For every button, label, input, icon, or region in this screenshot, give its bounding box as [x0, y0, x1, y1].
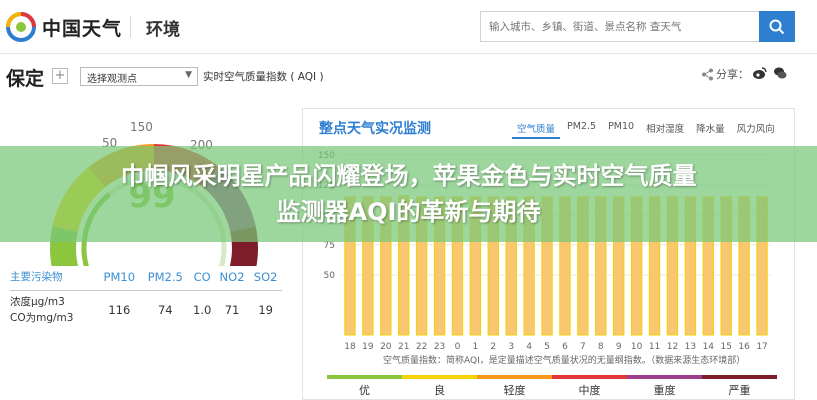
headline-line: 巾帼风采明星产品闪耀登场，苹果金色与实时空气质量 — [120, 162, 697, 190]
legend-item-moderate: 中度 — [552, 375, 627, 398]
share-label: 分享： — [716, 68, 749, 81]
header-divider — [130, 16, 131, 38]
x-tick-label: 5 — [544, 342, 550, 352]
y-tick-label: 75 — [324, 241, 335, 251]
x-tick-label: 23 — [434, 342, 445, 352]
tab-pm10[interactable]: PM10 — [603, 119, 639, 139]
panel-title: 整点天气实况监测 — [319, 121, 431, 137]
x-tick-label: 12 — [667, 342, 678, 352]
table-header-cell: CO — [193, 269, 211, 284]
tab-aqi[interactable]: 空气质量 — [512, 119, 561, 139]
tab-wind[interactable]: 风力风向 — [732, 119, 780, 139]
station-select[interactable]: 选择观测点 ▼ — [80, 67, 198, 86]
share-button[interactable]: 分享： — [701, 66, 749, 82]
x-tick-label: 10 — [631, 342, 643, 352]
x-tick-label: 19 — [362, 342, 374, 352]
x-tick-label: 13 — [685, 342, 696, 352]
table-header-cell: PM2.5 — [147, 269, 183, 284]
x-tick-label: 8 — [598, 342, 604, 352]
search-input[interactable] — [480, 11, 759, 42]
x-tick-label: 16 — [738, 342, 750, 352]
x-tick-label: 17 — [756, 342, 767, 352]
panel-tabs: 空气质量 PM2.5 PM10 相对湿度 降水量 风力风向 — [512, 119, 782, 139]
toolbar: 保定 + 选择观测点 ▼ 实时空气质量指数 ( AQI ) 分享： — [0, 60, 817, 92]
table-header-cell: SO2 — [253, 269, 278, 284]
x-tick-label: 0 — [455, 342, 461, 352]
table-cell: 19 — [258, 303, 273, 318]
headline-banner: 巾帼风采明星产品闪耀登场，苹果金色与实时空气质量 监测器AQI的革新与期待 — [0, 146, 817, 242]
aqi-definition-note: 空气质量指数：简称AQI，是定量描述空气质量状况的无量纲指数。（数据来源生态环境… — [383, 356, 746, 366]
add-city-button[interactable]: + — [52, 68, 68, 84]
legend-item-excellent: 优 — [327, 375, 402, 398]
x-tick-label: 21 — [398, 342, 409, 352]
gauge-tick-label: 150 — [130, 120, 153, 134]
logo-text: 中国天气 — [42, 17, 123, 40]
x-tick-label: 11 — [649, 342, 660, 352]
table-cell: 1.0 — [193, 303, 212, 318]
row-unit-line: 浓度μg/m3 — [10, 296, 65, 309]
x-tick-label: 1 — [473, 342, 479, 352]
legend-item-good: 良 — [402, 375, 477, 398]
share-targets — [752, 66, 787, 80]
x-tick-label: 2 — [490, 342, 496, 352]
search-button[interactable] — [759, 11, 795, 42]
x-tick-label: 7 — [580, 342, 586, 352]
weibo-icon[interactable] — [752, 66, 767, 80]
aqi-level-legend: 优 良 轻度 中度 重度 严重 — [327, 375, 777, 398]
table-cell: 74 — [157, 303, 173, 318]
search-icon — [769, 19, 785, 34]
logo-icon — [6, 12, 36, 42]
chevron-down-icon: ▼ — [185, 70, 192, 80]
tab-humidity[interactable]: 相对湿度 — [641, 119, 689, 139]
table-header-cell: 主要污染物 — [10, 271, 63, 284]
share-icon — [702, 68, 713, 80]
legend-item-heavy: 重度 — [627, 375, 702, 398]
city-name: 保定 — [6, 68, 45, 90]
legend-item-severe: 严重 — [702, 375, 777, 398]
x-tick-label: 14 — [703, 342, 715, 352]
table-header-cell: PM10 — [103, 269, 136, 284]
site-header: 中国天气 环境 — [0, 0, 817, 54]
y-tick-label: 50 — [324, 271, 336, 281]
realtime-aqi-title: 实时空气质量指数 ( AQI ) — [203, 71, 324, 83]
legend-item-light: 轻度 — [477, 375, 552, 398]
x-tick-label: 18 — [344, 342, 356, 352]
table-row: 浓度μg/m3 CO为mg/m3 116 74 1.0 71 19 — [10, 290, 282, 330]
table-cell: 116 — [108, 303, 131, 318]
x-tick-label: 22 — [416, 342, 427, 352]
headline-line: 监测器AQI的革新与期待 — [276, 198, 541, 226]
x-tick-label: 6 — [562, 342, 568, 352]
tab-precipitation[interactable]: 降水量 — [691, 119, 730, 139]
row-unit-label: 浓度μg/m3 CO为mg/m3 — [10, 290, 98, 330]
x-tick-label: 15 — [720, 342, 731, 352]
table-header-row: 主要污染物 PM10 PM2.5 CO NO2 SO2 — [10, 264, 282, 290]
station-select-value: 选择观测点 — [87, 74, 137, 85]
x-tick-label: 20 — [380, 342, 392, 352]
table-header-cell: NO2 — [219, 269, 245, 284]
x-tick-label: 4 — [526, 342, 532, 352]
row-unit-line: CO为mg/m3 — [10, 312, 74, 325]
pollutant-table: 主要污染物 PM10 PM2.5 CO NO2 SO2 浓度μg/m3 CO为m… — [10, 264, 282, 330]
site-logo[interactable]: 中国天气 — [6, 12, 122, 42]
x-tick-label: 9 — [616, 342, 622, 352]
x-tick-label: 3 — [508, 342, 514, 352]
wechat-icon[interactable] — [773, 66, 787, 80]
table-cell: 71 — [224, 303, 240, 318]
tab-pm25[interactable]: PM2.5 — [562, 119, 601, 139]
section-title: 环境 — [146, 20, 180, 40]
